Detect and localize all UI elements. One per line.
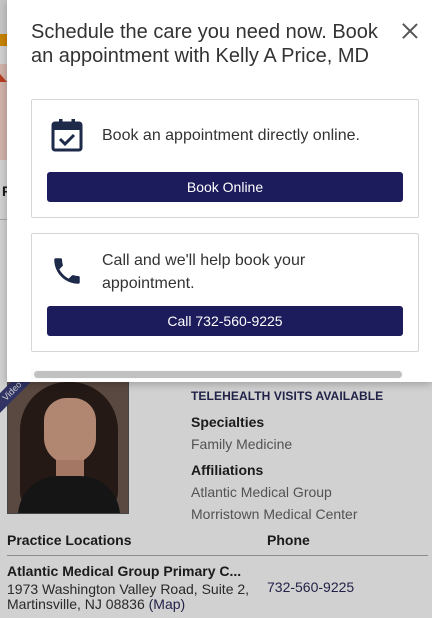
close-icon[interactable] (401, 22, 419, 40)
calendar-check-icon (51, 119, 83, 152)
book-online-text: Book an appointment directly online. (102, 127, 360, 144)
call-text: Call and we'll help book your appointmen… (102, 252, 306, 292)
call-card: Call and we'll help book your appointmen… (31, 233, 419, 352)
modal-title: Schedule the care you need now. Book an … (31, 21, 378, 67)
schedule-modal: Schedule the care you need now. Book an … (7, 0, 432, 382)
phone-icon (54, 258, 80, 284)
book-online-button[interactable]: Book Online (47, 172, 403, 202)
call-button[interactable]: Call 732-560-9225 (47, 306, 403, 336)
book-online-card: Book an appointment directly online. Boo… (31, 99, 419, 218)
scrollbar-thumb[interactable] (34, 371, 402, 378)
